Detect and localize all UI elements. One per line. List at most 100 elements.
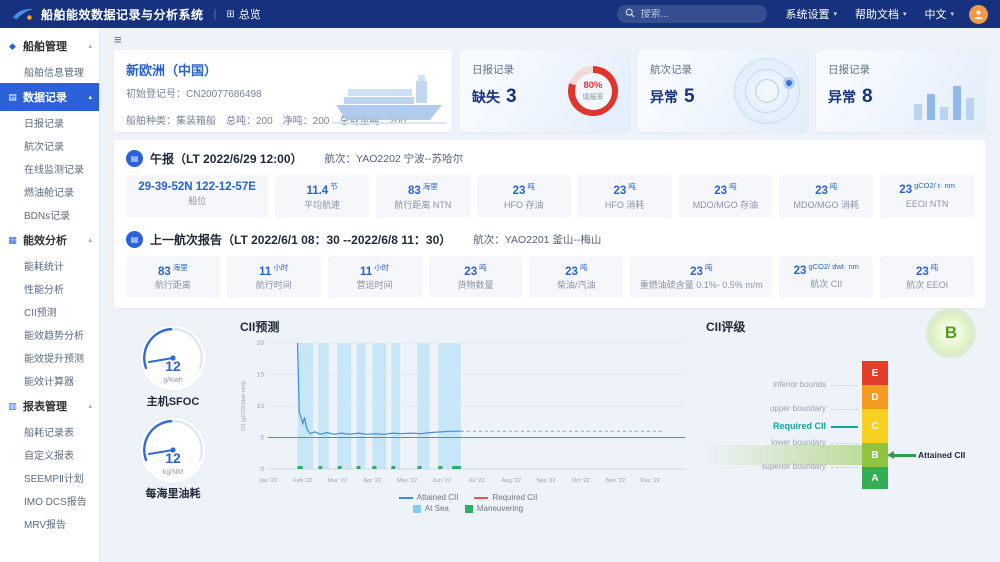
sidebar-item[interactable]: SEEMPⅡ计划 (0, 466, 99, 489)
svg-text:5: 5 (260, 435, 264, 442)
report-icon: ▤ (126, 150, 143, 167)
boundary-label: superior boundary (704, 462, 826, 471)
search-input[interactable] (640, 9, 772, 20)
nav-overview[interactable]: ⊞ 总览 (226, 6, 260, 22)
sidebar-section-label: 数据记录 (23, 89, 67, 105)
voyage-abnormal-card[interactable]: 航次记录 异常 5 (638, 50, 808, 132)
svg-text:Sep '22: Sep '22 (536, 478, 555, 484)
gauge-value: 12 (165, 358, 181, 374)
gauge-label: 每海里油耗 (146, 485, 201, 501)
cii-rating-badge: B (932, 314, 970, 352)
stat-label: 航行距离 (129, 280, 217, 292)
stat-unit: 吨 (729, 182, 737, 191)
stat-box: 23吨货物数量 (429, 256, 523, 299)
boundary-label: upper boundary (704, 404, 826, 413)
card-count: 5 (684, 86, 695, 108)
sidebar-item[interactable]: 船耗记录表 (0, 420, 99, 443)
stat-value: 23吨 (480, 181, 568, 197)
sidebar-item[interactable]: 性能分析 (0, 277, 99, 300)
fill-rate-label: 填报率 (583, 92, 604, 102)
daily-missing-card[interactable]: 日报记录 缺失 3 80% 填报率 (460, 50, 630, 132)
stat-box: 83海里航行距离 (126, 256, 220, 299)
voyage-report-header: ▤ 上一航次报告（LT 2022/6/1 08：30 --2022/6/8 11… (126, 231, 974, 248)
menu-system-settings[interactable]: 系统设置 ▾ (785, 6, 837, 22)
svg-text:CII (gCO2/(dwt·nm)): CII (gCO2/(dwt·nm)) (241, 381, 247, 431)
sidebar-item[interactable]: IMO DCS报告 (0, 489, 99, 512)
sidebar-item[interactable]: 航次记录 (0, 134, 99, 157)
sidebar-item[interactable]: 能效提升预测 (0, 346, 99, 369)
legend-item: Attained CII (399, 493, 459, 502)
rating-band-E: E (862, 361, 888, 385)
sidebar-item[interactable]: MRV报告 (0, 512, 99, 535)
sidebar-item[interactable]: CII预测 (0, 300, 99, 323)
gauge-unit: kg/NM (163, 469, 183, 476)
legend-label: At Sea (425, 504, 449, 513)
stat-value: 11.4节 (278, 181, 366, 197)
sidebar-item[interactable]: 在线监测记录 (0, 157, 99, 180)
bars-graphic (914, 86, 974, 120)
stat-label: 船位 (129, 196, 265, 208)
svg-text:Mar '22: Mar '22 (328, 478, 347, 484)
menu-language[interactable]: 中文 ▾ (924, 6, 954, 22)
stat-label: HFO 消耗 (581, 200, 669, 212)
sidebar-section[interactable]: ◆船舶管理▴ (0, 32, 99, 60)
sidebar: ◆船舶管理▴船舶信息管理 ▤ 数据记录 ▴ 日报记录航次记录在线监测记录燃油舱记录BDN… (0, 28, 100, 562)
svg-text:Nov '22: Nov '22 (606, 478, 625, 484)
chevron-up-icon: ▴ (88, 42, 92, 50)
sidebar-item[interactable]: 燃油舱记录 (0, 180, 99, 203)
legend-swatch (413, 505, 421, 513)
stat-value: 23gCO2/ dwt· nm (782, 262, 870, 277)
legend-label: Required CII (492, 493, 537, 502)
radar-dot (786, 80, 792, 86)
gauge-value: 12 (165, 450, 181, 466)
sidebar-item[interactable]: BDNs记录 (0, 203, 99, 226)
sidebar-item[interactable]: 船舶信息管理 (0, 60, 99, 83)
gauge-main-engine-sfoc: 12 g/Kwh 主机SFOC (127, 320, 219, 409)
stat-label: 营运时间 (331, 280, 419, 292)
gauge-fuel-per-nm: 12 kg/NM 每海里油耗 (127, 412, 219, 501)
search-box[interactable] (617, 5, 767, 23)
boundary-line (831, 467, 858, 468)
stat-box: 23吨MDO/MGO 存油 (679, 175, 773, 218)
stat-label: 航行距离 NTN (379, 200, 467, 212)
stat-box: 23吨 HFO 存油 (477, 175, 571, 218)
svg-text:10: 10 (257, 403, 265, 410)
chevron-down-icon: ▾ (833, 10, 837, 18)
sidebar-item[interactable]: 日报记录 (0, 111, 99, 134)
boundary-line (831, 409, 858, 410)
sidebar-collapse-icon[interactable]: ≡ (114, 33, 132, 48)
cii-forecast-chart: CII预测 05101520Jan '22Feb '22Mar '22Apr '… (238, 316, 698, 513)
sidebar-item[interactable]: 自定义报表 (0, 443, 99, 466)
stat-label: EEOI NTN (883, 199, 971, 211)
sidebar-item[interactable]: 能效趋势分析 (0, 323, 99, 346)
card-category: 日报记录 (828, 62, 974, 77)
stat-label: 重燃油硫含量 0.1%- 0.5% m/m (633, 280, 769, 292)
stat-value: 11小时 (331, 262, 419, 278)
daily-abnormal-card[interactable]: 日报记录 异常 8 (816, 50, 986, 132)
stat-label: HFO 存油 (480, 200, 568, 212)
card-status: 异常 (650, 87, 678, 107)
nav-overview-label: 总览 (239, 6, 261, 22)
rating-band-A: A (862, 467, 888, 489)
stat-box: 11小时营运时间 (328, 256, 422, 299)
sidebar-item[interactable]: 能耗统计 (0, 254, 99, 277)
menu-help-docs[interactable]: 帮助文档 ▾ (855, 6, 907, 22)
gauge-label: 主机SFOC (147, 393, 200, 409)
sidebar-section[interactable]: ▥报表管理▴ (0, 392, 99, 420)
sidebar-section[interactable]: ▦能效分析▴ (0, 226, 99, 254)
sidebar-item[interactable]: 能效计算器 (0, 369, 99, 392)
stat-value: 23吨 (432, 262, 520, 278)
user-avatar[interactable] (969, 5, 988, 24)
stat-box: 23吨重燃油硫含量 0.1%- 0.5% m/m (630, 256, 772, 299)
svg-text:0: 0 (260, 466, 264, 473)
sidebar-section[interactable]: ▤数据记录▴ (0, 83, 99, 111)
report-panel: ▤ 午报（LT 2022/6/29 12:00） 航次：YAO2202 宁波--… (114, 140, 986, 308)
legend-swatch (465, 505, 473, 513)
cii-rating-letter: B (945, 323, 957, 343)
voyage-stats: 83海里航行距离11小时航行时间11小时营运时间23吨货物数量23吨柴油/汽油2… (126, 256, 974, 299)
legend-row: At SeaManeuvering (413, 504, 523, 513)
data-record-icon: ▤ (7, 92, 18, 103)
voyage-report-title: 上一航次报告（LT 2022/6/1 08：30 --2022/6/8 11：3… (150, 231, 451, 248)
stat-unit: 吨 (479, 263, 487, 272)
stat-value: 23吨 (782, 181, 870, 197)
